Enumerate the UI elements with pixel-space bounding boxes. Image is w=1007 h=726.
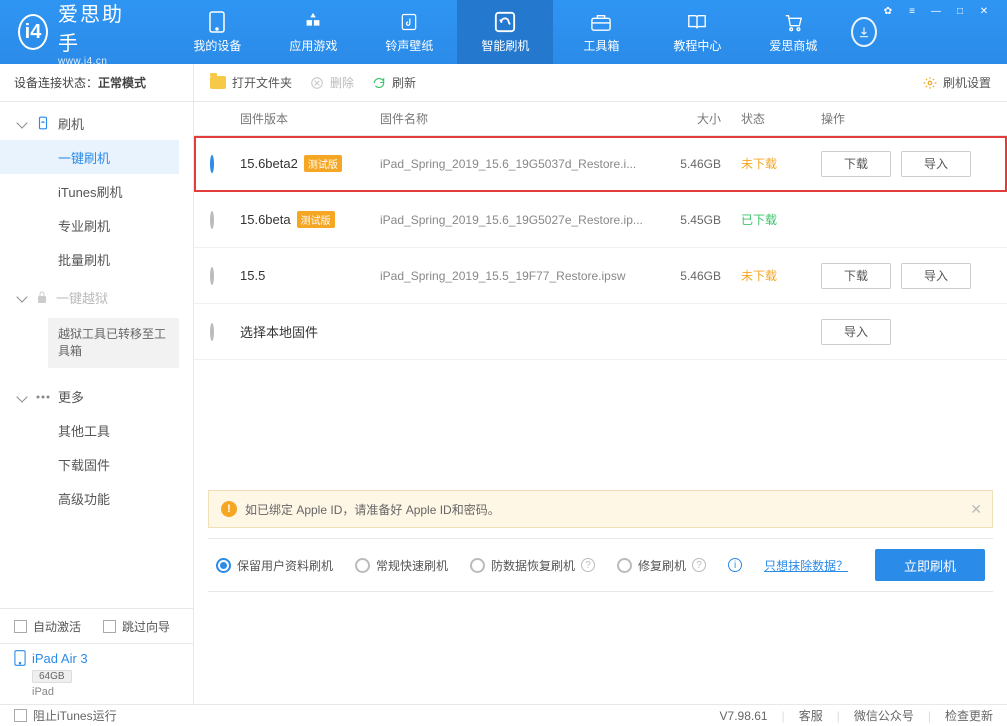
import-button[interactable]: 导入 bbox=[901, 151, 971, 177]
cart-icon bbox=[782, 11, 804, 33]
phone-refresh-icon bbox=[36, 116, 50, 130]
main-panel: 打开文件夹 删除 刷新 刷机设置 固件版本 固件名称 大小 状态 操作 15.6… bbox=[194, 64, 1007, 704]
skip-guide-checkbox[interactable] bbox=[103, 620, 116, 633]
chevron-down-icon bbox=[16, 117, 27, 128]
refresh-icon bbox=[494, 11, 516, 33]
nav-store[interactable]: 爱思商城 bbox=[745, 0, 841, 64]
opt-repair[interactable]: 修复刷机 ? bbox=[617, 557, 706, 574]
import-button[interactable]: 导入 bbox=[821, 319, 891, 345]
sidebar-item-advanced[interactable]: 高级功能 bbox=[0, 482, 179, 516]
sidebar-item-oneclick[interactable]: 一键刷机 bbox=[0, 140, 179, 174]
opt-keep-data[interactable]: 保留用户资料刷机 bbox=[216, 557, 333, 574]
connection-status: 设备连接状态：正常模式 bbox=[0, 64, 193, 102]
firmware-row[interactable]: 15.6beta测试版iPad_Spring_2019_15.6_19G5027… bbox=[194, 192, 1007, 248]
delete-button[interactable]: 删除 bbox=[310, 74, 354, 91]
tablet-icon bbox=[14, 650, 26, 666]
download-indicator-icon[interactable] bbox=[851, 17, 877, 47]
titlebar: i4 爱思助手 www.i4.cn 我的设备 应用游戏 铃声壁纸 智能刷机 工具… bbox=[0, 0, 1007, 64]
open-folder-button[interactable]: 打开文件夹 bbox=[210, 74, 292, 91]
sidebar-item-batch[interactable]: 批量刷机 bbox=[0, 242, 179, 276]
nav-ringtones[interactable]: 铃声壁纸 bbox=[361, 0, 457, 64]
sidebar-group-more[interactable]: 更多 bbox=[0, 380, 193, 414]
table-header: 固件版本 固件名称 大小 状态 操作 bbox=[194, 102, 1007, 136]
block-itunes-checkbox[interactable] bbox=[14, 709, 27, 722]
flash-options-row: 保留用户资料刷机 常规快速刷机 防数据恢复刷机 ? 修复刷机 ? i 只想抹除数… bbox=[208, 538, 993, 592]
nav-apps[interactable]: 应用游戏 bbox=[265, 0, 361, 64]
nav-toolbox[interactable]: 工具箱 bbox=[553, 0, 649, 64]
check-update-link[interactable]: 检查更新 bbox=[945, 707, 993, 724]
menu-icon[interactable]: ≡ bbox=[901, 2, 923, 20]
folder-icon bbox=[210, 76, 226, 89]
beta-tag: 测试版 bbox=[297, 211, 335, 228]
app-name: 爱思助手 bbox=[58, 0, 129, 56]
chevron-down-icon bbox=[16, 391, 27, 402]
minimize-button[interactable]: — bbox=[925, 2, 947, 20]
apps-icon bbox=[302, 11, 324, 33]
nav-tutorials[interactable]: 教程中心 bbox=[649, 0, 745, 64]
close-button[interactable]: ✕ bbox=[973, 2, 995, 20]
firmware-row[interactable]: 15.6beta2测试版iPad_Spring_2019_15.6_19G503… bbox=[194, 136, 1007, 192]
firmware-radio[interactable] bbox=[210, 155, 214, 173]
sidebar-item-itunes[interactable]: iTunes刷机 bbox=[0, 174, 179, 208]
window-controls: ✿ ≡ — □ ✕ bbox=[877, 0, 995, 20]
maximize-button[interactable]: □ bbox=[949, 2, 971, 20]
sidebar-item-othertools[interactable]: 其他工具 bbox=[0, 414, 179, 448]
chevron-down-icon bbox=[16, 291, 27, 302]
more-icon bbox=[36, 395, 50, 399]
wechat-link[interactable]: 微信公众号 bbox=[854, 707, 914, 724]
download-button[interactable]: 下载 bbox=[821, 263, 891, 289]
device-info[interactable]: iPad Air 3 64GB iPad bbox=[0, 643, 193, 704]
erase-only-link[interactable]: 只想抹除数据？ bbox=[764, 557, 848, 574]
auto-activate-row: 自动激活 跳过向导 bbox=[0, 609, 193, 643]
app-logo: i4 爱思助手 www.i4.cn bbox=[18, 0, 129, 67]
refresh-button[interactable]: 刷新 bbox=[372, 74, 416, 91]
firmware-row[interactable]: 15.5iPad_Spring_2019_15.5_19F77_Restore.… bbox=[194, 248, 1007, 304]
opt-anti-recovery[interactable]: 防数据恢复刷机 ? bbox=[470, 557, 595, 574]
app-url: www.i4.cn bbox=[58, 56, 129, 67]
support-link[interactable]: 客服 bbox=[799, 707, 823, 724]
music-icon bbox=[398, 11, 420, 33]
app-version: V7.98.61 bbox=[720, 709, 768, 723]
delete-icon bbox=[310, 76, 324, 90]
phone-icon bbox=[206, 11, 228, 33]
statusbar: 阻止iTunes运行 V7.98.61 | 客服 | 微信公众号 | 检查更新 bbox=[0, 704, 1007, 726]
apple-id-alert: ! 如已绑定 Apple ID，请准备好 Apple ID和密码。 ✕ bbox=[208, 490, 993, 528]
info-icon: i bbox=[728, 558, 742, 572]
import-button[interactable]: 导入 bbox=[901, 263, 971, 289]
device-type: iPad bbox=[32, 686, 179, 698]
firmware-row[interactable]: 选择本地固件导入 bbox=[194, 304, 1007, 360]
nav-flash[interactable]: 智能刷机 bbox=[457, 0, 553, 64]
help-icon[interactable]: ? bbox=[581, 558, 595, 572]
alert-close-button[interactable]: ✕ bbox=[970, 501, 982, 518]
firmware-radio[interactable] bbox=[210, 211, 214, 229]
firmware-radio[interactable] bbox=[210, 267, 214, 285]
main-nav: 我的设备 应用游戏 铃声壁纸 智能刷机 工具箱 教程中心 爱思商城 bbox=[169, 0, 841, 64]
book-icon bbox=[686, 11, 708, 33]
help-icon[interactable]: ? bbox=[692, 558, 706, 572]
beta-tag: 测试版 bbox=[304, 155, 342, 172]
refresh-icon bbox=[372, 76, 386, 90]
flash-settings-button[interactable]: 刷机设置 bbox=[923, 74, 991, 91]
warning-icon: ! bbox=[221, 501, 237, 517]
lock-icon bbox=[36, 290, 48, 304]
sidebar-item-download-fw[interactable]: 下载固件 bbox=[0, 448, 179, 482]
jailbreak-note: 越狱工具已转移至工具箱 bbox=[48, 318, 179, 368]
logo-icon: i4 bbox=[18, 14, 48, 50]
download-button[interactable]: 下载 bbox=[821, 151, 891, 177]
settings-icon[interactable]: ✿ bbox=[877, 2, 899, 20]
nav-my-device[interactable]: 我的设备 bbox=[169, 0, 265, 64]
device-capacity: 64GB bbox=[32, 670, 72, 683]
toolbar: 打开文件夹 删除 刷新 刷机设置 bbox=[194, 64, 1007, 102]
gear-icon bbox=[923, 76, 937, 90]
sidebar-group-flash[interactable]: 刷机 bbox=[0, 106, 193, 140]
auto-activate-checkbox[interactable] bbox=[14, 620, 27, 633]
flash-now-button[interactable]: 立即刷机 bbox=[875, 549, 985, 581]
toolbox-icon bbox=[590, 11, 612, 33]
sidebar: 设备连接状态：正常模式 刷机 一键刷机 iTunes刷机 专业刷机 批量刷机 一… bbox=[0, 64, 194, 704]
sidebar-group-jailbreak: 一键越狱 bbox=[0, 280, 193, 314]
opt-normal[interactable]: 常规快速刷机 bbox=[355, 557, 448, 574]
sidebar-item-pro[interactable]: 专业刷机 bbox=[0, 208, 179, 242]
firmware-radio[interactable] bbox=[210, 323, 214, 341]
